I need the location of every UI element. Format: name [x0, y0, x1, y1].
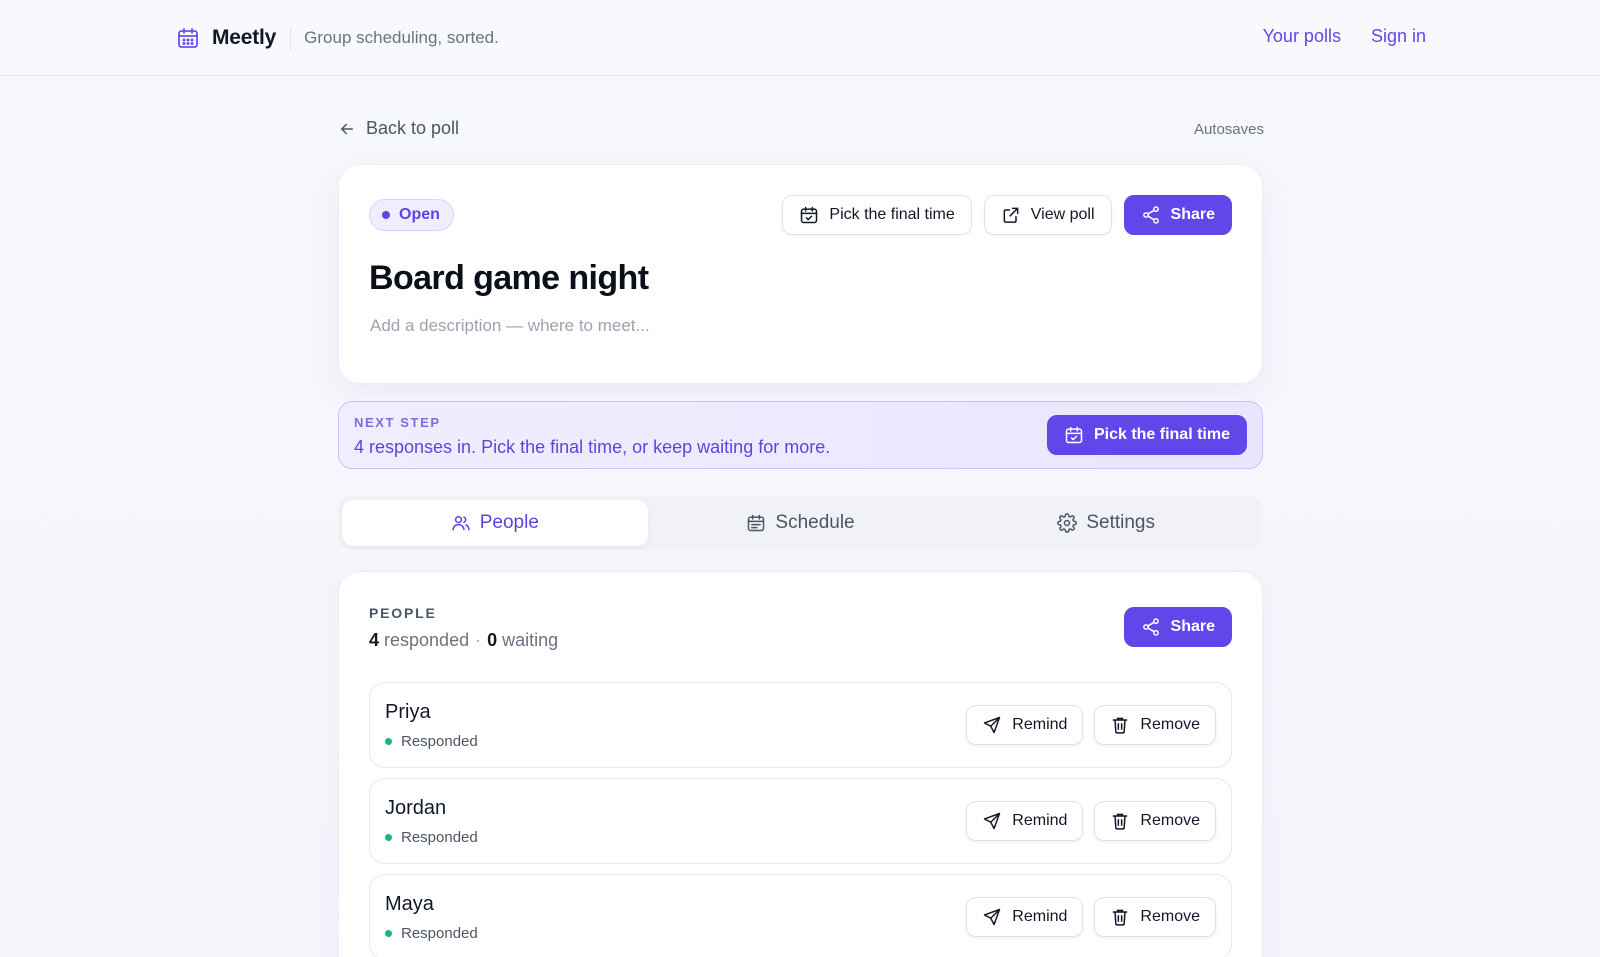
calendar-icon [746, 513, 775, 533]
top-bar: Meetly Group scheduling, sorted. Your po… [0, 0, 1600, 76]
share-button[interactable]: Share [1123, 195, 1232, 235]
people-panel: PEOPLE 4 responded · 0 waiting Share Pri… [338, 571, 1263, 957]
view-poll-button[interactable]: View poll [983, 195, 1112, 235]
remind-button[interactable]: Remind [966, 705, 1084, 745]
trash-icon [1110, 715, 1140, 735]
remove-label: Remove [1140, 716, 1200, 733]
person-status: Responded [385, 733, 478, 750]
calendar-check-icon [799, 205, 829, 225]
next-step-pick-final-time-button[interactable]: Pick the final time [1046, 415, 1247, 455]
next-step-text: 4 responses in. Pick the final time, or … [354, 437, 831, 457]
pick-final-time-button[interactable]: Pick the final time [782, 195, 972, 235]
send-icon [982, 811, 1012, 831]
responded-dot [385, 930, 392, 937]
poll-header-card: Open Pick the final time View poll Share… [338, 164, 1263, 384]
remove-button[interactable]: Remove [1094, 897, 1216, 937]
people-share-label: Share [1170, 618, 1215, 635]
responded-count: 4 [369, 630, 380, 650]
person-actions: Remind Remove [966, 801, 1216, 841]
poll-actions: Pick the final time View poll Share [782, 195, 1232, 235]
remove-label: Remove [1140, 812, 1200, 829]
back-to-poll-link[interactable]: Back to poll [338, 118, 459, 139]
view-poll-label: View poll [1030, 206, 1095, 223]
calendar-icon [176, 26, 200, 50]
person-row: Priya Responded Remind Remove [369, 682, 1232, 768]
person-row: Jordan Responded Remind Remove [369, 778, 1232, 864]
person-status: Responded [385, 829, 478, 846]
brand-name: Meetly [212, 26, 277, 49]
remind-label: Remind [1012, 812, 1068, 829]
brand[interactable]: Meetly Group scheduling, sorted. [176, 24, 499, 52]
tab-settings[interactable]: Settings [953, 500, 1259, 546]
person-name: Jordan [385, 797, 447, 819]
person-actions: Remind Remove [966, 897, 1216, 937]
arrow-left-icon [338, 120, 366, 138]
responded-label: responded [384, 630, 470, 650]
next-step-label: NEXT STEP [354, 415, 441, 430]
person-status-label: Responded [401, 925, 478, 942]
people-share-button[interactable]: Share [1123, 607, 1232, 647]
pick-final-time-label: Pick the final time [829, 206, 955, 223]
poll-description-input[interactable]: Add a description — where to meet... [370, 316, 650, 336]
person-name: Maya [385, 893, 434, 915]
calendar-check-icon [1064, 425, 1094, 445]
person-status-label: Responded [401, 829, 478, 846]
status-badge: Open [369, 199, 454, 231]
person-row: Maya Responded Remind Remove [369, 874, 1232, 957]
waiting-label: waiting [502, 630, 559, 650]
poll-tabs: People Schedule Settings [338, 496, 1263, 550]
responded-dot [385, 834, 392, 841]
your-polls-link[interactable]: Your polls [1263, 26, 1341, 47]
next-step-banner: NEXT STEP 4 responses in. Pick the final… [338, 401, 1263, 469]
tab-schedule-label: Schedule [775, 512, 855, 533]
remind-label: Remind [1012, 908, 1068, 925]
person-status-label: Responded [401, 733, 478, 750]
person-actions: Remind Remove [966, 705, 1216, 745]
brand-divider [290, 26, 292, 50]
remind-button[interactable]: Remind [966, 897, 1084, 937]
waiting-count: 0 [487, 630, 498, 650]
status-label: Open [399, 206, 440, 223]
remind-label: Remind [1012, 716, 1068, 733]
trash-icon [1110, 907, 1140, 927]
autosave-indicator: Autosaves [1193, 121, 1264, 138]
brand-tagline: Group scheduling, sorted. [304, 28, 499, 47]
people-section-label: PEOPLE [369, 605, 437, 621]
sign-in-link[interactable]: Sign in [1371, 26, 1426, 47]
users-icon [451, 513, 480, 533]
tab-people-label: People [479, 512, 539, 533]
share-label: Share [1170, 206, 1215, 223]
send-icon [982, 715, 1012, 735]
send-icon [982, 907, 1012, 927]
summary-separator: · [475, 630, 482, 650]
responded-dot [385, 738, 392, 745]
tab-people[interactable]: People [342, 500, 648, 546]
next-step-button-label: Pick the final time [1093, 426, 1230, 443]
poll-title[interactable]: Board game night [369, 259, 649, 298]
trash-icon [1110, 811, 1140, 831]
share-icon [1141, 617, 1171, 637]
remind-button[interactable]: Remind [966, 801, 1084, 841]
status-dot [382, 211, 390, 219]
people-summary: 4 responded · 0 waiting [369, 630, 558, 651]
tab-schedule[interactable]: Schedule [648, 500, 954, 546]
person-name: Priya [385, 701, 431, 723]
gear-icon [1057, 513, 1086, 533]
back-to-poll-label: Back to poll [366, 118, 460, 138]
remove-label: Remove [1140, 908, 1200, 925]
remove-button[interactable]: Remove [1094, 705, 1216, 745]
remove-button[interactable]: Remove [1094, 801, 1216, 841]
person-status: Responded [385, 925, 478, 942]
share-icon [1141, 205, 1171, 225]
external-link-icon [1001, 205, 1031, 225]
top-nav: Your polls Sign in [1263, 26, 1426, 47]
tab-settings-label: Settings [1086, 512, 1155, 533]
